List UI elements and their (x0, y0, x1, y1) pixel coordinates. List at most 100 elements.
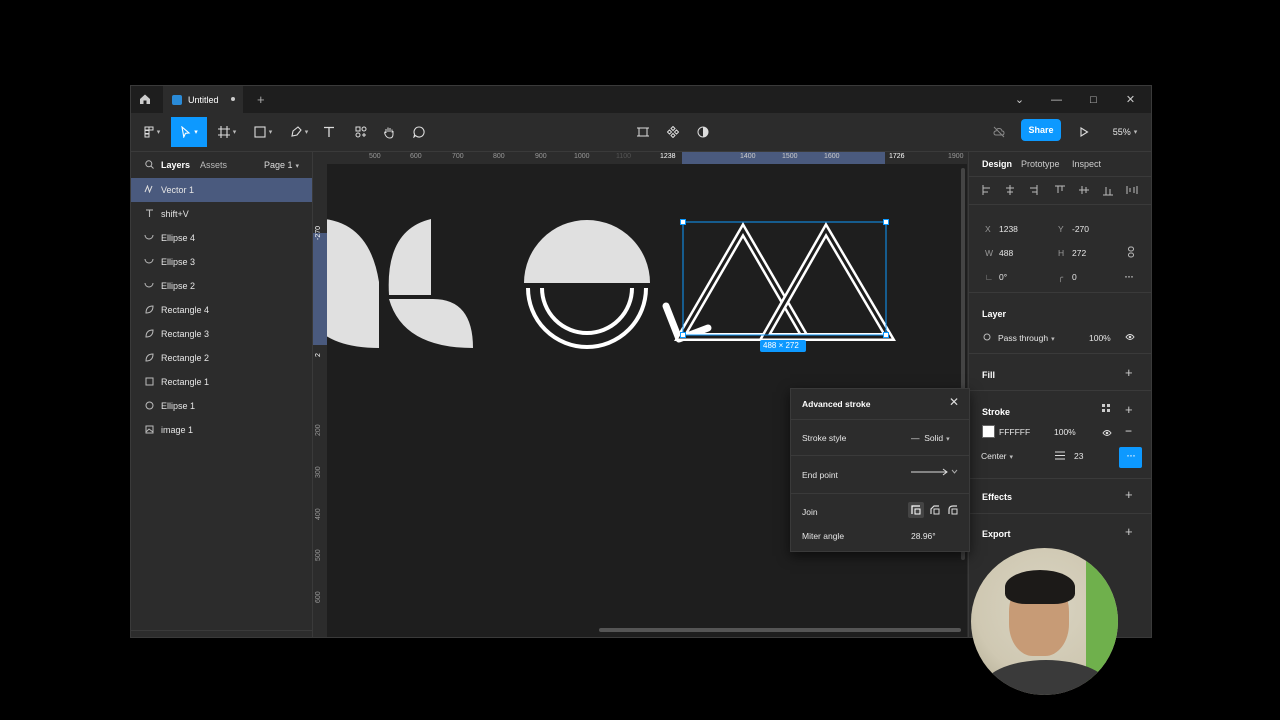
join-round-button[interactable] (945, 502, 961, 518)
file-tab[interactable]: Untitled (163, 86, 243, 113)
layer-row[interactable]: image 1 (131, 418, 312, 442)
miter-join-icon (911, 505, 921, 515)
add-stroke-button[interactable]: + (1125, 402, 1133, 417)
stroke-style-label: Stroke style (802, 433, 847, 443)
resize-handle-tr[interactable] (883, 219, 889, 225)
move-tool[interactable]: ▾ (171, 117, 207, 147)
remove-stroke-button[interactable]: − (1125, 424, 1132, 438)
x-input[interactable]: 1238 (999, 224, 1018, 234)
present-button[interactable] (1075, 117, 1093, 147)
zoom-menu[interactable]: 55% ▾ (1107, 117, 1143, 147)
new-tab-button[interactable]: + (257, 92, 265, 107)
layers-panel-header: Layers Assets Page 1 ▾ (131, 152, 312, 178)
shape-tool[interactable]: ▾ (249, 117, 277, 147)
crop-button[interactable] (633, 117, 653, 147)
layer-row[interactable]: Ellipse 1 (131, 394, 312, 418)
layer-name: Rectangle 2 (161, 353, 210, 363)
divider (969, 513, 1151, 514)
share-button[interactable]: Share (1021, 119, 1061, 141)
miter-angle-input[interactable]: 28.96° (911, 531, 936, 541)
triangle-shape-2[interactable] (758, 222, 896, 341)
end-point-select[interactable] (910, 467, 958, 479)
layer-opacity-input[interactable]: 100% (1089, 333, 1111, 343)
w-input[interactable]: 488 (999, 248, 1013, 258)
rectangle-icon (143, 377, 155, 388)
layer-row[interactable]: Rectangle 1 (131, 370, 312, 394)
stroke-align-select[interactable]: Center ▾ (981, 451, 1013, 461)
resources-tool[interactable] (351, 117, 371, 147)
page-selector[interactable]: Page 1 ▾ (264, 160, 299, 170)
rotation-input[interactable]: 0° (999, 272, 1007, 282)
layer-row[interactable]: Ellipse 2 (131, 274, 312, 298)
align-toolbar[interactable] (981, 184, 1149, 196)
close-window-button[interactable]: ✕ (1112, 86, 1149, 113)
half-circle-shape[interactable] (524, 220, 650, 283)
style-grid-icon[interactable] (1102, 404, 1110, 412)
add-effect-button[interactable]: + (1125, 487, 1133, 502)
tab-layers[interactable]: Layers (161, 160, 190, 170)
tab-design[interactable]: Design (982, 159, 1012, 169)
join-miter-button[interactable] (908, 502, 924, 518)
stroke-opacity-input[interactable]: 100% (1054, 427, 1076, 437)
advanced-stroke-button[interactable]: ··· (1119, 447, 1142, 468)
join-bevel-button[interactable] (927, 502, 943, 518)
frame-tool[interactable]: ▾ (213, 117, 241, 147)
layer-row[interactable]: Rectangle 3 (131, 322, 312, 346)
pen-tool[interactable]: ▾ (285, 117, 313, 147)
divider (969, 176, 1151, 177)
tab-inspect[interactable]: Inspect (1072, 159, 1101, 169)
home-icon[interactable] (139, 93, 151, 107)
tab-prototype[interactable]: Prototype (1021, 159, 1060, 169)
divider (791, 493, 969, 494)
ruler-tick: 600 (410, 153, 422, 160)
resize-handle-br[interactable] (883, 332, 889, 338)
comment-tool[interactable] (409, 117, 429, 147)
y-input[interactable]: -270 (1072, 224, 1089, 234)
outer-arc-shape[interactable] (526, 287, 648, 349)
layer-row[interactable]: Rectangle 2 (131, 346, 312, 370)
triangle-shape-1[interactable] (674, 222, 812, 341)
eye-icon[interactable] (1125, 333, 1135, 341)
layer-row[interactable]: Rectangle 4 (131, 298, 312, 322)
stroke-color-input[interactable]: FFFFFF (999, 427, 1030, 437)
corner-radius-icon: ╭ (1058, 272, 1064, 282)
stroke-weight-input[interactable]: 23 (1074, 451, 1083, 461)
offline-button[interactable] (989, 117, 1009, 147)
main-menu-button[interactable]: ▾ (139, 117, 165, 147)
ruler-tick: 1000 (574, 153, 590, 160)
stroke-style-select[interactable]: — Solid ▾ (911, 433, 950, 443)
resize-handle-tl[interactable] (680, 219, 686, 225)
more-options-icon[interactable]: ··· (1124, 269, 1134, 283)
divider (969, 478, 1151, 479)
leaf-shape-3[interactable] (389, 299, 473, 348)
contrast-button[interactable] (693, 117, 713, 147)
constrain-proportions-icon[interactable] (1127, 246, 1135, 258)
close-icon[interactable]: ✕ (949, 395, 959, 409)
chevron-down-icon[interactable]: ⌄ (1001, 86, 1038, 113)
minimize-button[interactable]: — (1038, 86, 1075, 113)
blend-mode-select[interactable]: Pass through ▾ (998, 333, 1055, 343)
leaf-shape-2[interactable] (388, 219, 431, 295)
resize-handle-bl[interactable] (680, 332, 686, 338)
horizontal-scrollbar[interactable] (599, 628, 961, 632)
layer-row[interactable]: shift+V (131, 202, 312, 226)
search-icon[interactable] (145, 160, 154, 169)
bevel-join-icon (930, 505, 940, 515)
add-fill-button[interactable]: + (1125, 365, 1133, 380)
maximize-button[interactable]: □ (1075, 86, 1112, 113)
corner-radius-input[interactable]: 0 (1072, 272, 1077, 282)
figma-file-icon (172, 94, 182, 105)
eye-icon[interactable] (1102, 429, 1112, 437)
hand-tool[interactable] (379, 117, 399, 147)
stroke-color-swatch[interactable] (982, 425, 995, 438)
layer-row[interactable]: Ellipse 4 (131, 226, 312, 250)
text-tool[interactable] (319, 117, 339, 147)
add-export-button[interactable]: + (1125, 524, 1133, 539)
inner-arc-shape[interactable] (540, 287, 634, 335)
h-input[interactable]: 272 (1072, 248, 1086, 258)
layer-row[interactable]: Vector 1 (131, 178, 312, 202)
component-button[interactable] (663, 117, 683, 147)
tab-assets[interactable]: Assets (200, 160, 227, 170)
divider (969, 292, 1151, 293)
layer-row[interactable]: Ellipse 3 (131, 250, 312, 274)
